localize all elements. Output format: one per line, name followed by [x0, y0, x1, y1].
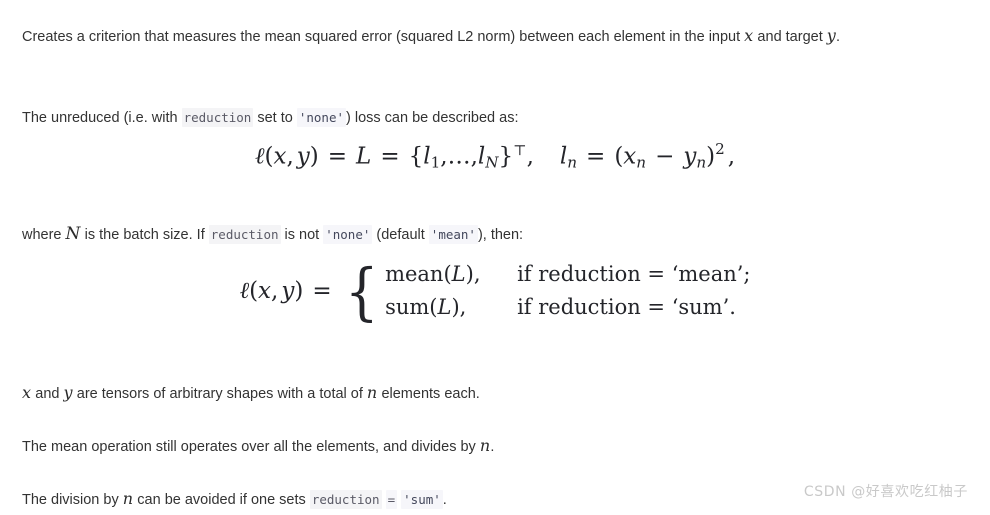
eq1-minus: − — [655, 143, 675, 170]
paragraph-intro: Creates a criterion that measures the me… — [22, 21, 972, 52]
paragraph-where-batch-size: where N is the batch size. If reduction … — [22, 219, 523, 250]
eq1-open-paren-2: ( — [614, 143, 624, 170]
where-text-part1: where — [22, 226, 66, 243]
code-literal-mean: 'mean' — [428, 224, 478, 244]
cases-fn-arg: L — [451, 262, 466, 286]
code-reduction: reduction — [208, 224, 281, 244]
eq1-exponent-2: 2 — [715, 140, 725, 158]
mean-op-text-part1: The mean operation still operates over a… — [22, 438, 480, 455]
code-literal-sum: 'sum' — [401, 489, 443, 509]
eq1-comma-mid: , — [526, 143, 534, 170]
intro-text-part2: and target — [753, 28, 827, 45]
cases-fn-open: ( — [443, 262, 452, 286]
where-text-part3: is not — [280, 226, 324, 243]
eq1-equals-3: = — [586, 143, 606, 170]
csdn-watermark: CSDN @好喜欢吃红柚子 — [803, 484, 968, 500]
cases-fn-comma: , — [459, 295, 467, 319]
eq1-close-paren: ) — [309, 143, 319, 170]
code-reduction: reduction — [309, 489, 382, 509]
eq2-x: x — [258, 278, 272, 304]
paragraph-tensor-shapes: x and y are tensors of arbitrary shapes … — [22, 378, 480, 409]
eq2-comma: , — [271, 278, 279, 304]
eq1-y: y — [296, 143, 310, 170]
eq2-ell: ℓ — [239, 278, 250, 304]
eq1-close-paren-2: ) — [706, 143, 716, 170]
math-x-inline: x — [22, 382, 32, 402]
eq1-brace-open: { — [408, 143, 424, 170]
eq1-l-first: l — [423, 143, 431, 170]
eq1-ln-subscript: n — [567, 153, 578, 172]
eq1-x: x — [273, 143, 287, 170]
eq1-equals-1: = — [327, 143, 348, 170]
cases-row-expression: mean(L), — [385, 258, 517, 291]
intro-text-part3: . — [836, 28, 841, 45]
where-text-part2: is the batch size. If — [80, 226, 209, 243]
code-literal-none: 'none' — [296, 107, 347, 127]
paragraph-division: The division by n can be avoided if one … — [22, 484, 447, 515]
equation-unreduced-loss: ℓ(x, y) = L = {l1,…,lN}⊤, ln = (xn − yn)2, — [0, 140, 990, 172]
unreduced-text-part3: ) loss can be described as: — [346, 109, 519, 126]
division-text-part3: . — [442, 491, 447, 508]
where-text-part5: ), then: — [477, 226, 524, 243]
eq2-equals: = — [312, 278, 332, 304]
paragraph-unreduced: The unreduced (i.e. with reduction set t… — [22, 103, 519, 133]
math-y-inline: y — [826, 25, 837, 45]
eq1-yn-subscript: n — [696, 153, 707, 172]
math-n-inline: n — [479, 435, 491, 455]
cases-fn-arg: L — [437, 295, 452, 319]
math-n-inline: n — [366, 382, 378, 402]
unreduced-text-part2: set to — [253, 109, 297, 126]
where-text-part4: (default — [372, 226, 429, 243]
cases-fn-comma: , — [473, 262, 481, 286]
eq1-L: L — [356, 143, 372, 170]
cases-fn-close: ) — [465, 262, 474, 286]
cases-container: ℓ(x, y) = { mean(L), if reduction = ‘mean’;… — [239, 258, 750, 324]
intro-text-part1: Creates a criterion that measures the me… — [22, 28, 745, 45]
eq1-transpose-symbol: ⊤ — [513, 142, 527, 159]
code-literal-none: 'none' — [323, 224, 373, 244]
cases-row: sum(L), if reduction = ‘sum’. — [385, 291, 750, 324]
cases-fn-name: mean — [385, 262, 444, 286]
cases-fn-close: ) — [451, 295, 460, 319]
eq1-comma: , — [286, 143, 294, 170]
cases-left-hand-side: ℓ(x, y) = — [239, 278, 341, 304]
division-text-part1: The division by — [22, 491, 123, 508]
eq1-yn: y — [683, 143, 697, 170]
eq2-y: y — [281, 278, 295, 304]
cases-fn-name: sum — [385, 295, 430, 319]
tensors-text-part1: and — [31, 385, 64, 402]
paragraph-mean-operation: The mean operation still operates over a… — [22, 431, 494, 462]
eq1-equals-2: = — [380, 143, 400, 170]
math-N-inline: N — [65, 223, 81, 244]
cases-brace: { — [344, 254, 379, 328]
eq1-ell: ℓ — [254, 143, 265, 170]
mean-op-text-part2: . — [490, 438, 495, 455]
math-y-inline: y — [63, 382, 73, 402]
eq1-subscript-N: N — [485, 153, 499, 172]
eq1-xn-subscript: n — [636, 153, 647, 172]
eq2-close-paren: ) — [294, 278, 304, 304]
code-reduction: reduction — [181, 107, 254, 127]
division-text-part2: can be avoided if one sets — [133, 491, 310, 508]
math-n-inline: n — [122, 488, 134, 508]
unreduced-text-part1: The unreduced (i.e. with — [22, 109, 182, 126]
eq1-subscript-1: 1 — [430, 153, 441, 172]
eq1-xn: x — [623, 143, 637, 170]
eq1-trailing-comma: , — [727, 143, 736, 170]
tensors-text-part3: elements each. — [377, 385, 480, 402]
eq1-ellipsis: ,…, — [440, 143, 478, 170]
cases-row: mean(L), if reduction = ‘mean’; — [385, 258, 750, 291]
eq2-open-paren: ( — [249, 278, 259, 304]
cases-row-condition: if reduction = ‘mean’; — [517, 262, 751, 286]
eq1-brace-close: } — [498, 143, 514, 170]
docstring-page: Creates a criterion that measures the me… — [0, 0, 990, 509]
tensors-text-part2: are tensors of arbitrary shapes with a t… — [72, 385, 367, 402]
code-equals-operator: = — [385, 489, 398, 509]
cases-rows: mean(L), if reduction = ‘mean’; sum(L), if… — [385, 258, 750, 324]
cases-row-condition: if reduction = ‘sum’. — [517, 295, 736, 319]
equation-cases-loss: ℓ(x, y) = { mean(L), if reduction = ‘mean’;… — [0, 258, 990, 324]
cases-row-expression: sum(L), — [385, 291, 517, 324]
